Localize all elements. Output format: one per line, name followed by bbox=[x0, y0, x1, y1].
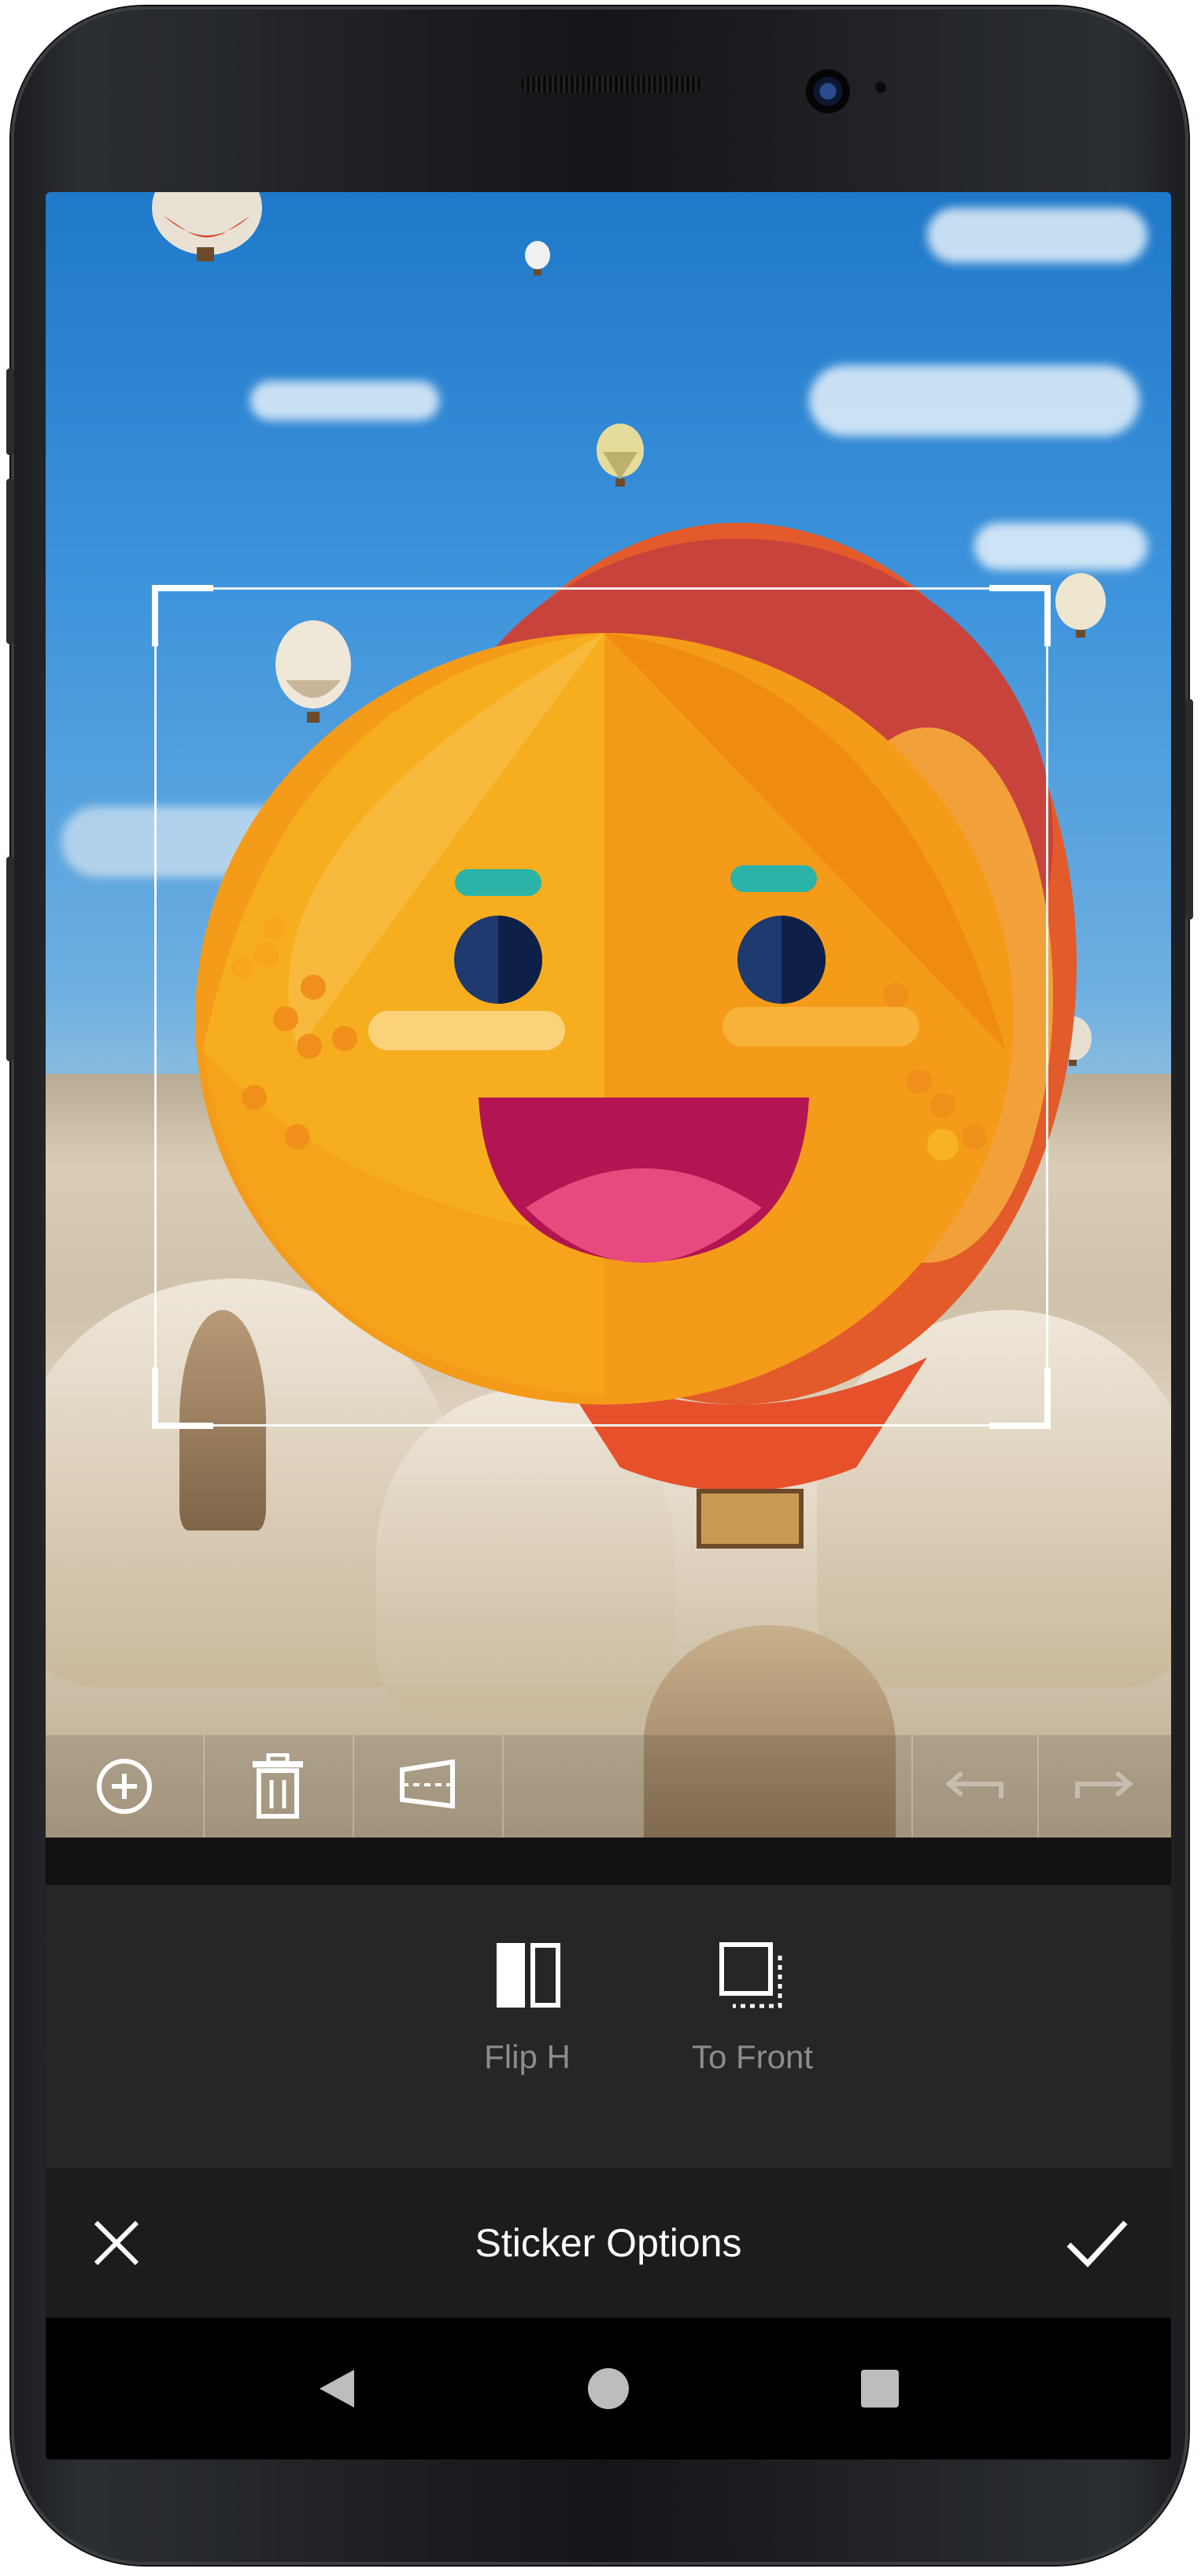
add-sticker-button[interactable] bbox=[46, 1735, 203, 1838]
to-front-label: To Front bbox=[691, 2038, 814, 2075]
front-camera bbox=[806, 69, 850, 113]
earpiece-speaker bbox=[521, 76, 702, 93]
undo-arrow-icon bbox=[945, 1771, 1003, 1798]
redo-arrow-icon bbox=[1075, 1771, 1133, 1798]
sticker-options-panel: Flip H To Front bbox=[46, 1885, 1171, 2168]
to-front-option[interactable]: To Front bbox=[666, 1940, 839, 2076]
undo-button[interactable] bbox=[911, 1735, 1037, 1838]
small-balloon bbox=[1055, 573, 1106, 638]
bixby-button bbox=[6, 857, 14, 1061]
plus-circle-icon bbox=[97, 1759, 152, 1814]
small-balloon bbox=[597, 424, 644, 487]
volume-up-button bbox=[6, 368, 14, 455]
sticker-options-bar: Sticker Options bbox=[46, 2168, 1171, 2318]
photo-toolbar bbox=[46, 1735, 1171, 1838]
transform-button[interactable] bbox=[353, 1735, 502, 1838]
volume-down-button bbox=[6, 479, 14, 644]
canvas-separator bbox=[46, 1838, 1171, 1885]
confirm-button[interactable] bbox=[1061, 2211, 1132, 2274]
home-button[interactable] bbox=[577, 2357, 640, 2420]
photo-canvas[interactable] bbox=[46, 192, 1171, 1838]
proximity-sensor bbox=[875, 82, 886, 93]
system-navigation-bar bbox=[46, 2318, 1171, 2459]
flip-h-label: Flip H bbox=[484, 2038, 571, 2075]
phone-frame: Flip H To Front Sticker Options bbox=[6, 6, 1193, 2565]
flip-horizontal-icon bbox=[497, 1943, 560, 2008]
redo-button[interactable] bbox=[1037, 1735, 1171, 1838]
flip-h-option[interactable]: Flip H bbox=[441, 1940, 614, 2076]
small-balloon bbox=[152, 192, 262, 261]
checkmark-icon bbox=[1066, 2220, 1128, 2268]
page-title: Sticker Options bbox=[475, 2221, 742, 2265]
smiling-face-sticker[interactable] bbox=[187, 609, 1037, 1405]
home-circle-icon bbox=[588, 2368, 629, 2409]
delete-sticker-button[interactable] bbox=[203, 1735, 353, 1838]
small-balloon bbox=[525, 241, 550, 276]
recents-square-icon bbox=[861, 2370, 899, 2408]
toolbar-divider bbox=[502, 1735, 504, 1838]
perspective-icon bbox=[400, 1759, 455, 1809]
back-triangle-icon bbox=[320, 2370, 354, 2408]
back-button[interactable] bbox=[305, 2357, 368, 2420]
bring-to-front-icon bbox=[719, 1942, 782, 2008]
trash-icon bbox=[253, 1753, 303, 1819]
screen: Flip H To Front Sticker Options bbox=[46, 192, 1171, 2459]
power-button bbox=[1185, 699, 1193, 920]
recents-button[interactable] bbox=[848, 2357, 911, 2420]
